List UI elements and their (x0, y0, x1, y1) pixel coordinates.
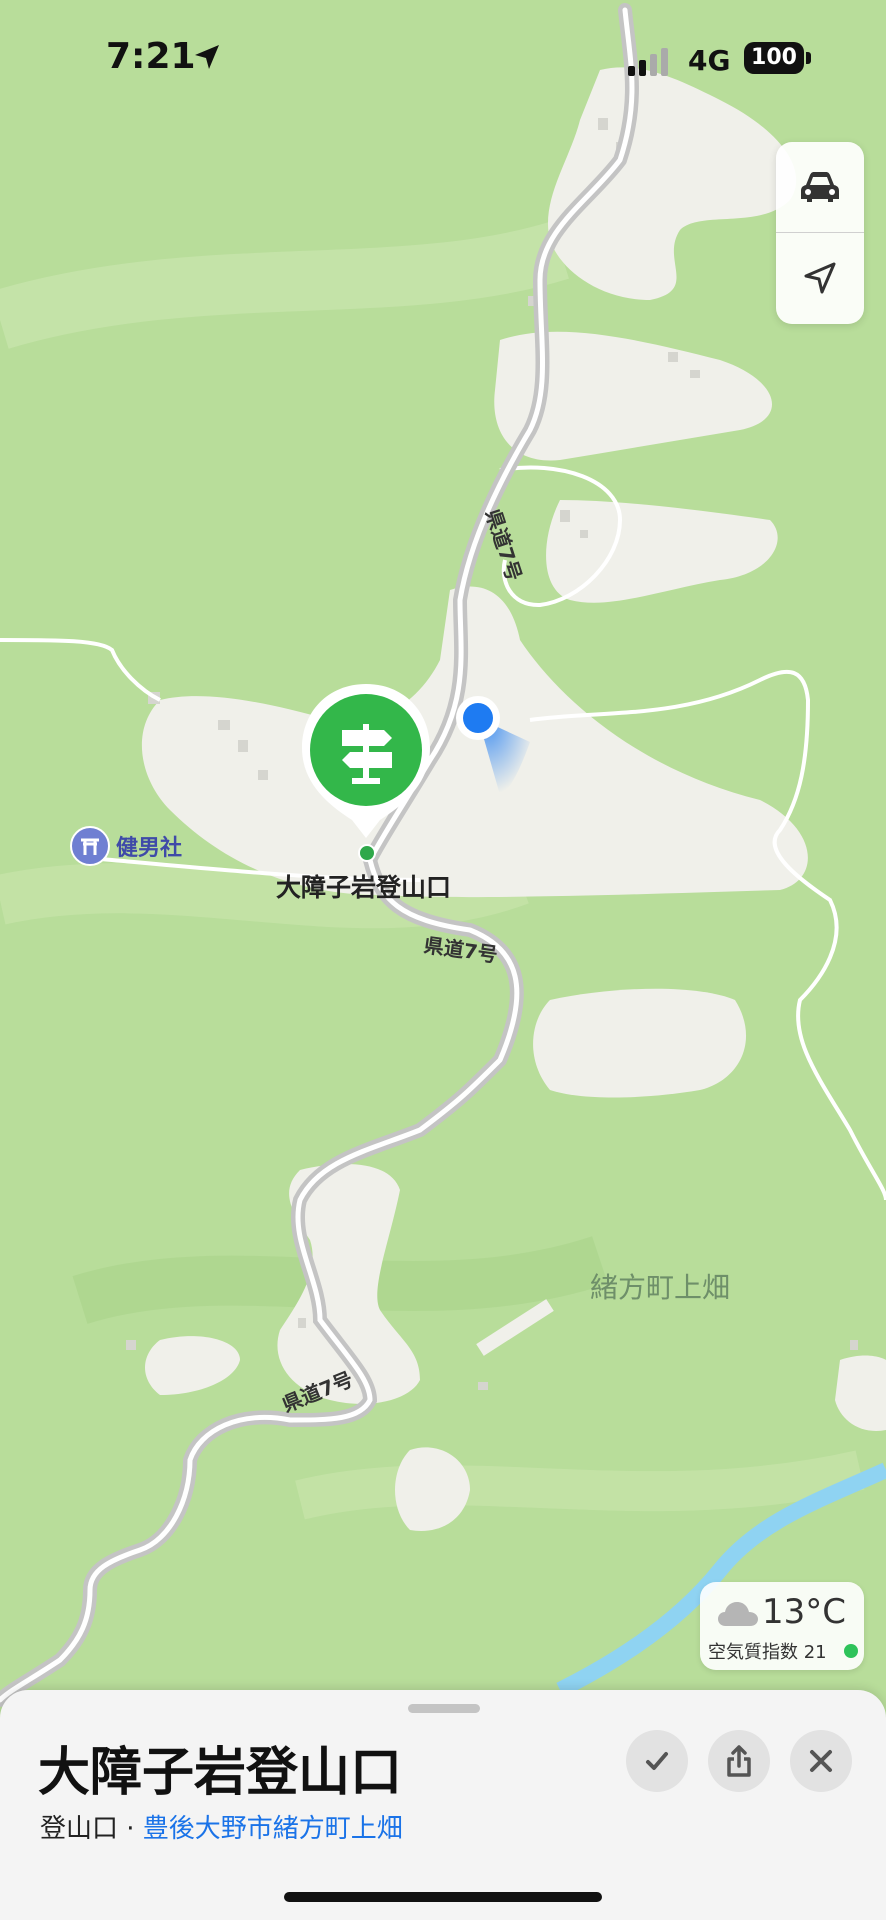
cellular-signal-icon (628, 48, 668, 76)
aqi-status-dot (844, 1644, 858, 1658)
shrine-label: 健男社 (116, 836, 183, 861)
sheet-grabber[interactable] (408, 1704, 480, 1713)
air-quality-index: 空気質指数 21 (708, 1642, 827, 1663)
place-locality-link[interactable]: 豊後大野市緒方町上畑 (143, 1814, 403, 1844)
place-category: 登山口 · (40, 1814, 143, 1844)
locate-button[interactable] (776, 233, 864, 323)
car-icon (801, 172, 839, 202)
torii-icon (70, 826, 110, 866)
cloud-icon (718, 1602, 758, 1626)
transport-mode-button[interactable] (776, 142, 864, 232)
area-label: 緒方町上畑 (590, 1271, 731, 1304)
share-icon (727, 1745, 751, 1777)
place-card[interactable]: 大障子岩登山口 登山口 · 豊後大野市緒方町上畑 (0, 1690, 886, 1920)
pin-dot (358, 844, 376, 862)
status-bar: 7:21 4G 100 (0, 0, 886, 120)
mark-visited-button[interactable] (626, 1730, 688, 1792)
share-button[interactable] (708, 1730, 770, 1792)
place-title: 大障子岩登山口 (38, 1743, 403, 1803)
temperature: 13°C (762, 1592, 847, 1632)
close-icon (810, 1750, 832, 1772)
weather-widget[interactable]: 13°C 空気質指数 21 (700, 1582, 864, 1670)
signpost-icon (342, 724, 392, 784)
battery-tip (806, 52, 811, 64)
location-services-icon (195, 45, 219, 69)
place-subtitle: 登山口 · 豊後大野市緒方町上畑 (40, 1808, 403, 1845)
close-button[interactable] (790, 1730, 852, 1792)
battery-indicator: 100 (744, 42, 804, 74)
map-controls (776, 142, 864, 324)
home-indicator[interactable] (284, 1892, 602, 1902)
status-time: 7:21 (106, 36, 196, 77)
checkmark-icon (646, 1752, 668, 1770)
pin-label: 大障子岩登山口 (276, 873, 452, 902)
location-arrow-icon (804, 262, 836, 294)
network-type: 4G (688, 44, 731, 77)
